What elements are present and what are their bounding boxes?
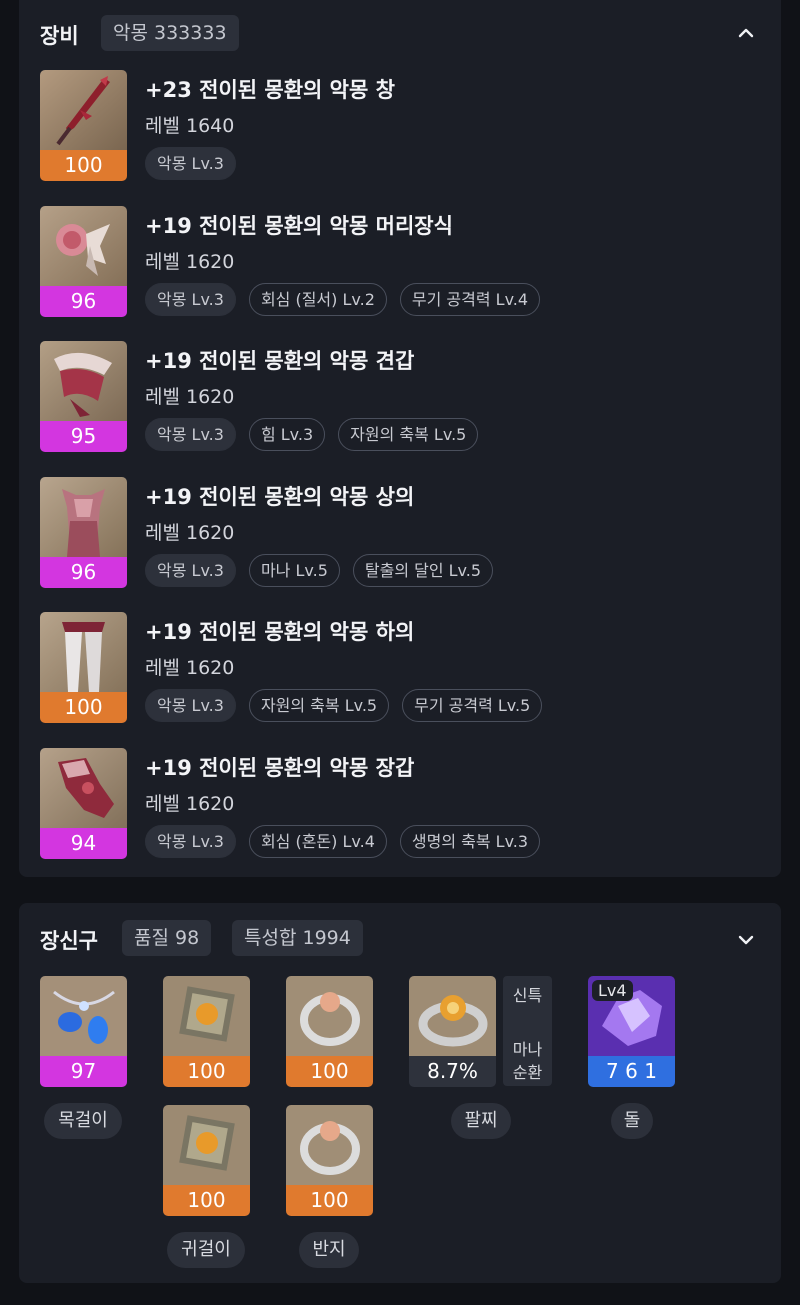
item-name: +19 전이된 몽환의 악몽 머리장식: [145, 214, 453, 238]
item-icon-frame: 96: [40, 477, 127, 588]
item-icon-frame: 95: [40, 341, 127, 452]
headgear-icon: [40, 206, 127, 286]
equipment-item-head[interactable]: 96 +19 전이된 몽환의 악몽 머리장식 레벨 1620 악몽 Lv.3 회…: [40, 206, 760, 318]
spear-icon: [40, 70, 127, 150]
effect-tags: 악몽 Lv.3 힘 Lv.3 자원의 축복 Lv.5: [145, 418, 479, 451]
engraving-tag: 생명의 축복 Lv.3: [399, 825, 541, 858]
quality-value: 95: [40, 421, 127, 452]
equipment-item-weapon[interactable]: 100 +23 전이된 몽환의 악몽 창 레벨 1640 악몽 Lv.3: [40, 70, 760, 182]
leggings-icon: [40, 612, 127, 692]
chevron-up-icon[interactable]: [735, 22, 757, 44]
chevron-down-icon[interactable]: [735, 929, 757, 951]
bracelet-effect: 신특: [512, 986, 543, 1005]
ring-icon: [286, 976, 373, 1056]
effect-tags: 악몽 Lv.3: [145, 147, 236, 180]
engraving-tag: 회심 (질서) Lv.2: [248, 283, 387, 316]
quality-value: 100: [163, 1056, 250, 1087]
item-level: 레벨 1620: [145, 657, 235, 679]
equipment-title: 장비: [40, 24, 79, 48]
equipment-item-shoulder[interactable]: 95 +19 전이된 몽환의 악몽 견갑 레벨 1620 악몽 Lv.3 힘 L…: [40, 341, 760, 453]
engraving-tag: 자원의 축복 Lv.5: [248, 689, 390, 722]
engraving-tag: 무기 공격력 Lv.5: [402, 689, 543, 722]
quality-value: 100: [40, 150, 127, 181]
item-name: +19 전이된 몽환의 악몽 하의: [145, 620, 415, 644]
quality-value: 100: [163, 1185, 250, 1216]
engraving-tag: 힘 Lv.3: [248, 418, 326, 451]
engraving-tag: 자원의 축복 Lv.5: [338, 418, 479, 451]
accessories-title: 장신구: [40, 929, 98, 953]
equipment-item-legs[interactable]: 100 +19 전이된 몽환의 악몽 하의 레벨 1620 악몽 Lv.3 자원…: [40, 612, 760, 724]
set-effect-tag: 악몽 Lv.3: [145, 283, 236, 316]
stone-value: 7 6 1: [588, 1056, 675, 1087]
set-badge: 악몽 333333: [101, 15, 239, 51]
ring-slot-2[interactable]: 100: [286, 1105, 373, 1216]
item-name: +19 전이된 몽환의 악몽 상의: [145, 485, 415, 509]
item-level: 레벨 1620: [145, 251, 235, 273]
item-icon-frame: 96: [40, 206, 127, 317]
bracelet-icon: [409, 976, 496, 1056]
item-icon-frame: 94: [40, 748, 127, 859]
necklace-icon: [40, 976, 127, 1056]
equipment-panel: 장비 악몽 333333 100 +23 전이된 몽환의 악몽 창 레벨 164…: [19, 0, 781, 877]
earring-slot-2[interactable]: 100: [163, 1105, 250, 1216]
set-effect-tag: 악몽 Lv.3: [145, 689, 236, 722]
stone-level-badge: Lv4: [592, 980, 633, 1001]
quality-value: 94: [40, 828, 127, 859]
quality-badge: 품질 98: [122, 920, 212, 956]
stone-label: 돌: [611, 1103, 653, 1139]
effect-tags: 악몽 Lv.3 자원의 축복 Lv.5 무기 공격력 Lv.5: [145, 689, 543, 722]
quality-value: 96: [40, 557, 127, 588]
engraving-tag: 무기 공격력 Lv.4: [399, 283, 541, 316]
item-level: 레벨 1620: [145, 793, 235, 815]
quality-value: 100: [40, 692, 127, 723]
bracelet-effect: 순환: [512, 1063, 543, 1082]
item-level: 레벨 1620: [145, 386, 235, 408]
quality-value: 96: [40, 286, 127, 317]
bracelet-value: 8.7%: [409, 1056, 496, 1087]
set-effect-tag: 악몽 Lv.3: [145, 825, 236, 858]
gloves-icon: [40, 748, 127, 828]
set-effect-tag: 악몽 Lv.3: [145, 554, 236, 587]
earring-icon: [163, 976, 250, 1056]
ring-slot-1[interactable]: 100: [286, 976, 373, 1087]
equipment-item-gloves[interactable]: 94 +19 전이된 몽환의 악몽 장갑 레벨 1620 악몽 Lv.3 회심 …: [40, 748, 760, 860]
quality-value: 97: [40, 1056, 127, 1087]
effect-tags: 악몽 Lv.3 회심 (질서) Lv.2 무기 공격력 Lv.4: [145, 283, 541, 316]
chest-armor-icon: [40, 477, 127, 557]
engraving-tag: 회심 (혼돈) Lv.4: [248, 825, 387, 858]
necklace-slot[interactable]: 97: [40, 976, 127, 1087]
item-name: +19 전이된 몽환의 악몽 장갑: [145, 756, 415, 780]
effect-tags: 악몽 Lv.3 회심 (혼돈) Lv.4 생명의 축복 Lv.3: [145, 825, 541, 858]
item-icon-frame: 100: [40, 612, 127, 723]
item-level: 레벨 1640: [145, 115, 235, 137]
item-name: +19 전이된 몽환의 악몽 견갑: [145, 349, 415, 373]
item-icon-frame: 100: [40, 70, 127, 181]
earring-label: 귀걸이: [167, 1232, 245, 1268]
earring-slot-1[interactable]: 100: [163, 976, 250, 1087]
equipment-item-chest[interactable]: 96 +19 전이된 몽환의 악몽 상의 레벨 1620 악몽 Lv.3 마나 …: [40, 477, 760, 589]
set-effect-tag: 악몽 Lv.3: [145, 418, 236, 451]
effect-tags: 악몽 Lv.3 마나 Lv.5 탈출의 달인 Lv.5: [145, 554, 494, 587]
ring-label: 반지: [299, 1232, 359, 1268]
ability-stone-slot[interactable]: Lv4 7 6 1: [588, 976, 675, 1087]
quality-value: 100: [286, 1056, 373, 1087]
earring-icon: [163, 1105, 250, 1185]
bracelet-label: 팔찌: [451, 1103, 511, 1139]
accessories-panel: 장신구 품질 98 특성합 1994 97 목걸이 100 100 귀걸이 10…: [19, 903, 781, 1283]
stat-sum-badge: 특성합 1994: [232, 920, 363, 956]
engraving-tag: 탈출의 달인 Lv.5: [352, 554, 494, 587]
set-effect-tag: 악몽 Lv.3: [145, 147, 236, 180]
engraving-tag: 마나 Lv.5: [248, 554, 340, 587]
item-level: 레벨 1620: [145, 522, 235, 544]
shoulder-icon: [40, 341, 127, 421]
bracelet-effects: 신특 마나 순환: [503, 976, 552, 1086]
bracelet-slot[interactable]: 8.7%: [409, 976, 496, 1087]
ring-icon: [286, 1105, 373, 1185]
necklace-label: 목걸이: [44, 1103, 122, 1139]
bracelet-effect: 마나: [512, 1040, 543, 1059]
item-name: +23 전이된 몽환의 악몽 창: [145, 78, 395, 102]
quality-value: 100: [286, 1185, 373, 1216]
